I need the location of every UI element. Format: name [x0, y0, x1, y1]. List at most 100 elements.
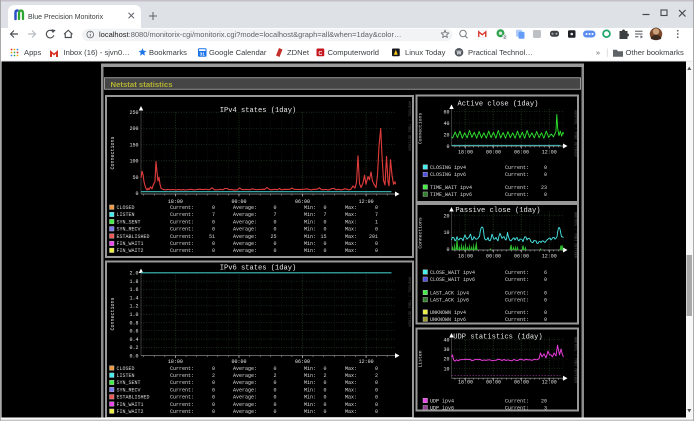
svg-text:60: 60 [443, 109, 449, 115]
svg-text:FIN_WAIT2: FIN_WAIT2 [117, 248, 144, 254]
svg-text:RRDTOOL / TOBI OETIKER: RRDTOOL / TOBI OETIKER [407, 101, 412, 151]
svg-text:0: 0 [273, 409, 276, 415]
svg-text:Max:: Max: [345, 402, 357, 408]
svg-text:0: 0 [323, 402, 326, 408]
svg-text:0: 0 [273, 387, 276, 393]
svg-text:RRDTOOL / TOBI OETIKER: RRDTOOL / TOBI OETIKER [573, 110, 578, 157]
svg-text:Average:: Average: [233, 380, 257, 386]
svg-text:23: 23 [541, 185, 547, 191]
svg-text:ZDNet: ZDNet [287, 48, 310, 57]
svg-text:Current:: Current: [505, 310, 529, 316]
svg-text:7: 7 [273, 212, 276, 218]
svg-text:Computerworld: Computerworld [328, 48, 380, 57]
svg-text:Max:: Max: [345, 234, 357, 240]
svg-text:0.2: 0.2 [129, 345, 138, 351]
svg-text:0: 0 [375, 380, 378, 386]
svg-text:Max:: Max: [345, 227, 357, 233]
svg-text:CLOSE_WAIT ipv4: CLOSE_WAIT ipv4 [430, 270, 475, 276]
svg-text:Min:: Min: [304, 380, 316, 386]
svg-text:Min:: Min: [304, 219, 316, 225]
svg-text:Max:: Max: [345, 212, 357, 218]
svg-text:Current:: Current: [505, 290, 529, 296]
svg-text:Active close (1day): Active close (1day) [458, 101, 539, 109]
svg-text:2: 2 [273, 373, 276, 379]
svg-text:Min:: Min: [304, 402, 316, 408]
svg-text:0: 0 [212, 205, 215, 211]
svg-text:Current:: Current: [505, 192, 529, 198]
svg-text:Current:: Current: [505, 277, 529, 283]
svg-text:0: 0 [544, 290, 547, 296]
svg-text:RRDTOOL / TOBI OETIKER: RRDTOOL / TOBI OETIKER [407, 277, 412, 327]
svg-text:0: 0 [273, 219, 276, 225]
svg-text:Current:: Current: [170, 227, 194, 233]
svg-text:Apps: Apps [24, 48, 42, 57]
svg-text:IPv4 states (1day): IPv4 states (1day) [220, 107, 297, 115]
svg-text:Current:: Current: [170, 241, 194, 247]
svg-text:0: 0 [323, 395, 326, 401]
svg-text:Current:: Current: [170, 366, 194, 372]
svg-text:0: 0 [544, 277, 547, 283]
svg-text:LAST_ACK ipv4: LAST_ACK ipv4 [430, 290, 469, 296]
svg-text:0: 0 [375, 402, 378, 408]
svg-text:200: 200 [129, 126, 138, 132]
svg-text:»: » [596, 48, 600, 57]
svg-text:18:00: 18:00 [168, 359, 183, 365]
svg-text:0: 0 [323, 205, 326, 211]
svg-text:0: 0 [375, 205, 378, 211]
svg-text:0: 0 [323, 387, 326, 393]
svg-text:SYN_RECV: SYN_RECV [117, 387, 141, 393]
svg-text:Current:: Current: [505, 185, 529, 191]
svg-text:Max:: Max: [345, 366, 357, 372]
svg-text:50: 50 [132, 175, 138, 181]
svg-text:Average:: Average: [233, 373, 257, 379]
svg-text:0.8: 0.8 [129, 320, 138, 326]
svg-text:LISTEN: LISTEN [117, 212, 135, 218]
svg-text:06:00: 06:00 [295, 359, 310, 365]
svg-text:10: 10 [443, 366, 449, 372]
svg-text:Current:: Current: [505, 317, 529, 323]
svg-text:UNKNOWN ipv6: UNKNOWN ipv6 [430, 317, 466, 323]
svg-text:0: 0 [323, 380, 326, 386]
svg-text:12:00: 12:00 [359, 199, 374, 205]
svg-text:00:00: 00:00 [486, 149, 501, 155]
svg-text:2: 2 [375, 373, 378, 379]
svg-text:Linux Today: Linux Today [405, 48, 446, 57]
svg-text:0: 0 [323, 227, 326, 233]
svg-text:Min:: Min: [304, 366, 316, 372]
svg-text:Average:: Average: [233, 227, 257, 233]
svg-text:Min:: Min: [304, 387, 316, 393]
svg-text:0: 0 [446, 144, 449, 150]
svg-text:Average:: Average: [233, 248, 257, 254]
svg-text:W: W [457, 50, 462, 56]
svg-text:Max:: Max: [345, 205, 357, 211]
svg-text:0: 0 [212, 395, 215, 401]
svg-text:0: 0 [446, 247, 449, 253]
svg-text:Connections: Connections [418, 217, 424, 249]
svg-text:Min:: Min: [304, 212, 316, 218]
svg-text:CLOSED: CLOSED [117, 205, 135, 211]
svg-text:0.0: 0.0 [129, 353, 138, 359]
svg-text:250: 250 [129, 110, 138, 116]
svg-text:0: 0 [212, 387, 215, 393]
svg-text:201: 201 [369, 234, 378, 240]
svg-text:Current:: Current: [170, 234, 194, 240]
svg-text:0: 0 [544, 310, 547, 316]
svg-text:1.8: 1.8 [129, 279, 138, 285]
svg-text:0: 0 [544, 172, 547, 178]
svg-text:LISTEN: LISTEN [117, 373, 135, 379]
svg-text:Practical Technol…: Practical Technol… [468, 48, 533, 57]
svg-text:CLOSE_WAIT ipv6: CLOSE_WAIT ipv6 [430, 277, 475, 283]
svg-text:TIME_WAIT ipv4: TIME_WAIT ipv4 [430, 185, 472, 191]
svg-text:IPv6 states (1day): IPv6 states (1day) [220, 265, 297, 273]
svg-text:Max:: Max: [345, 409, 357, 415]
svg-text:12:00: 12:00 [542, 253, 557, 259]
svg-text:0: 0 [375, 241, 378, 247]
svg-text:0: 0 [273, 248, 276, 254]
svg-text:10: 10 [443, 230, 449, 236]
svg-text:Min:: Min: [304, 205, 316, 211]
svg-text:Connections: Connections [110, 297, 116, 330]
svg-text:0: 0 [544, 192, 547, 198]
svg-text:TIME_WAIT ipv6: TIME_WAIT ipv6 [430, 192, 472, 198]
svg-text:Min:: Min: [304, 241, 316, 247]
svg-text:Current:: Current: [170, 395, 194, 401]
